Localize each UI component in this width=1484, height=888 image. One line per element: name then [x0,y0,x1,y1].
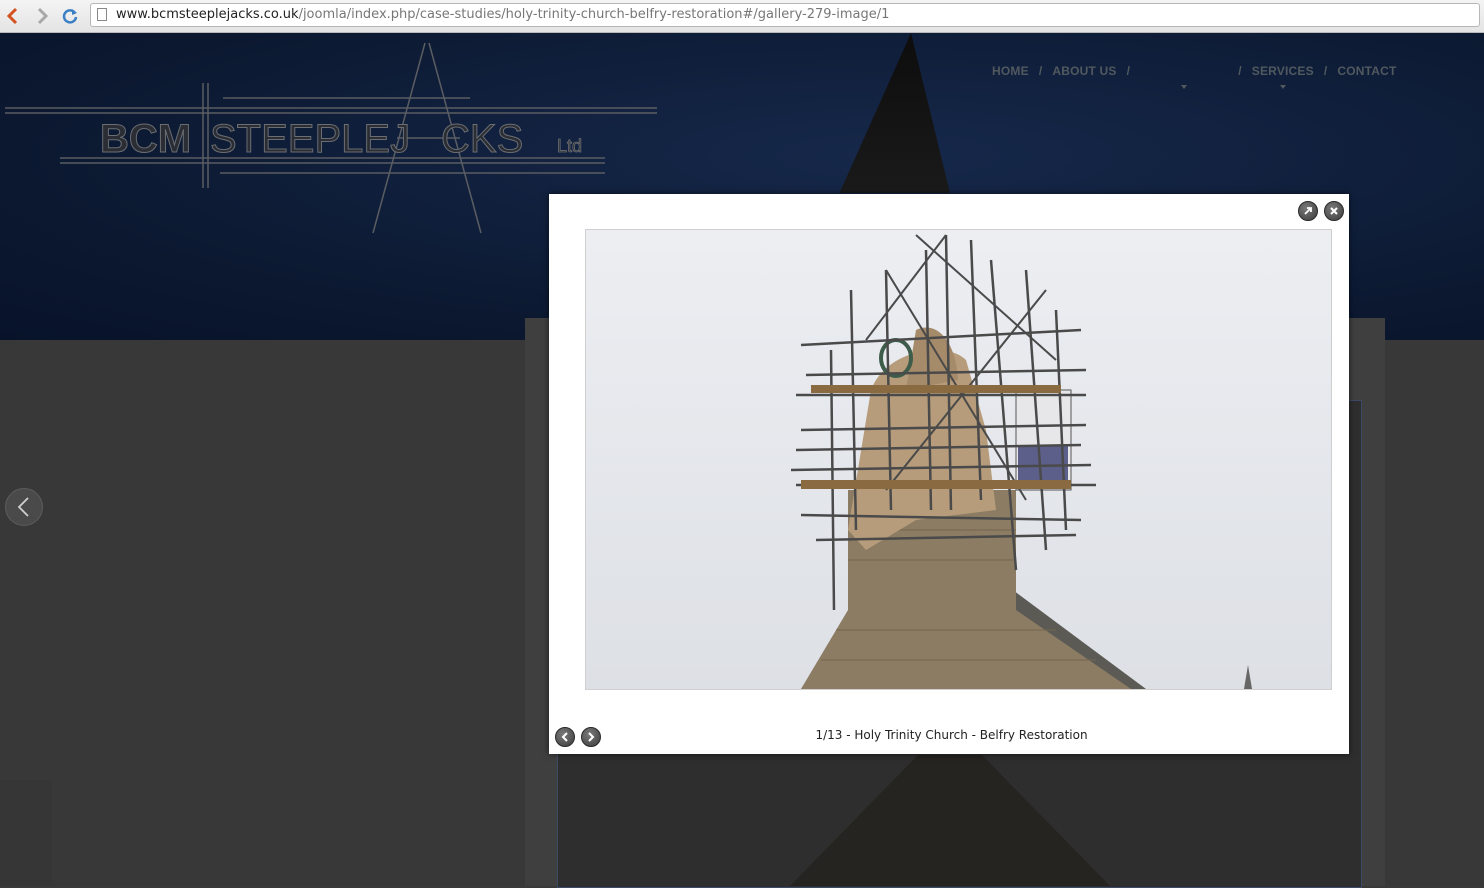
logo-text-ltd: Ltd [557,136,582,156]
logo-text-steeplej: STEEPLEJ [210,117,410,161]
chevron-down-icon [1279,85,1286,89]
gallery-lightbox: 1/13 - Holy Trinity Church - Belfry Rest… [549,194,1349,754]
chevron-left-icon [17,497,29,517]
main-navigation: HOME / ABOUT US / / SERVICES / CONTACT [992,64,1397,89]
lightbox-caption: 1/13 - Holy Trinity Church - Belfry Rest… [815,728,1088,742]
nav-item-services[interactable]: SERVICES [1251,64,1314,89]
lightbox-prev-button[interactable] [555,727,575,747]
next-icon [588,732,595,742]
belfry-scaffolding-photo [790,234,1252,689]
browser-toolbar: www.bcmsteeplejacks.co.uk/joomla/index.p… [0,0,1484,33]
nav-separator: / [1238,64,1242,78]
nav-separator: / [1038,64,1043,78]
reload-icon [62,9,78,24]
chevron-down-icon [1181,85,1188,89]
lightbox-expand-button[interactable] [1298,201,1318,221]
back-button[interactable] [2,5,24,27]
nav-item-case-studies[interactable] [1140,64,1228,89]
lightbox-next-button[interactable] [581,727,601,747]
lightbox-close-button[interactable] [1324,201,1344,221]
nav-separator: / [1323,64,1328,78]
left-sidebar-strip [0,780,52,886]
lightbox-photo [585,229,1332,690]
nav-item-contact[interactable]: CONTACT [1337,64,1396,78]
nav-item-home[interactable]: HOME [992,64,1029,78]
url-text: www.bcmsteeplejacks.co.uk/joomla/index.p… [116,4,889,26]
prev-icon [561,732,568,742]
url-path: /joomla/index.php/case-studies/holy-trin… [298,7,890,22]
forward-button[interactable] [31,5,53,27]
nav-item-about-us[interactable]: ABOUT US [1052,64,1116,78]
logo-text-bcm: BCM [100,117,191,161]
logo-text-cks: CKS [441,117,523,161]
close-icon [1330,207,1338,215]
nav-separator: / [1126,64,1131,78]
address-bar[interactable]: www.bcmsteeplejacks.co.uk/joomla/index.p… [90,3,1480,27]
slideshow-prev-button[interactable] [5,488,43,526]
expand-icon [1304,207,1312,215]
nav-item-services-label: SERVICES [1251,64,1314,78]
reload-button[interactable] [59,5,81,27]
back-arrow-icon [6,7,18,25]
url-host: www.bcmsteeplejacks.co.uk [116,7,299,22]
forward-arrow-icon [37,7,49,25]
page-icon [97,8,107,21]
